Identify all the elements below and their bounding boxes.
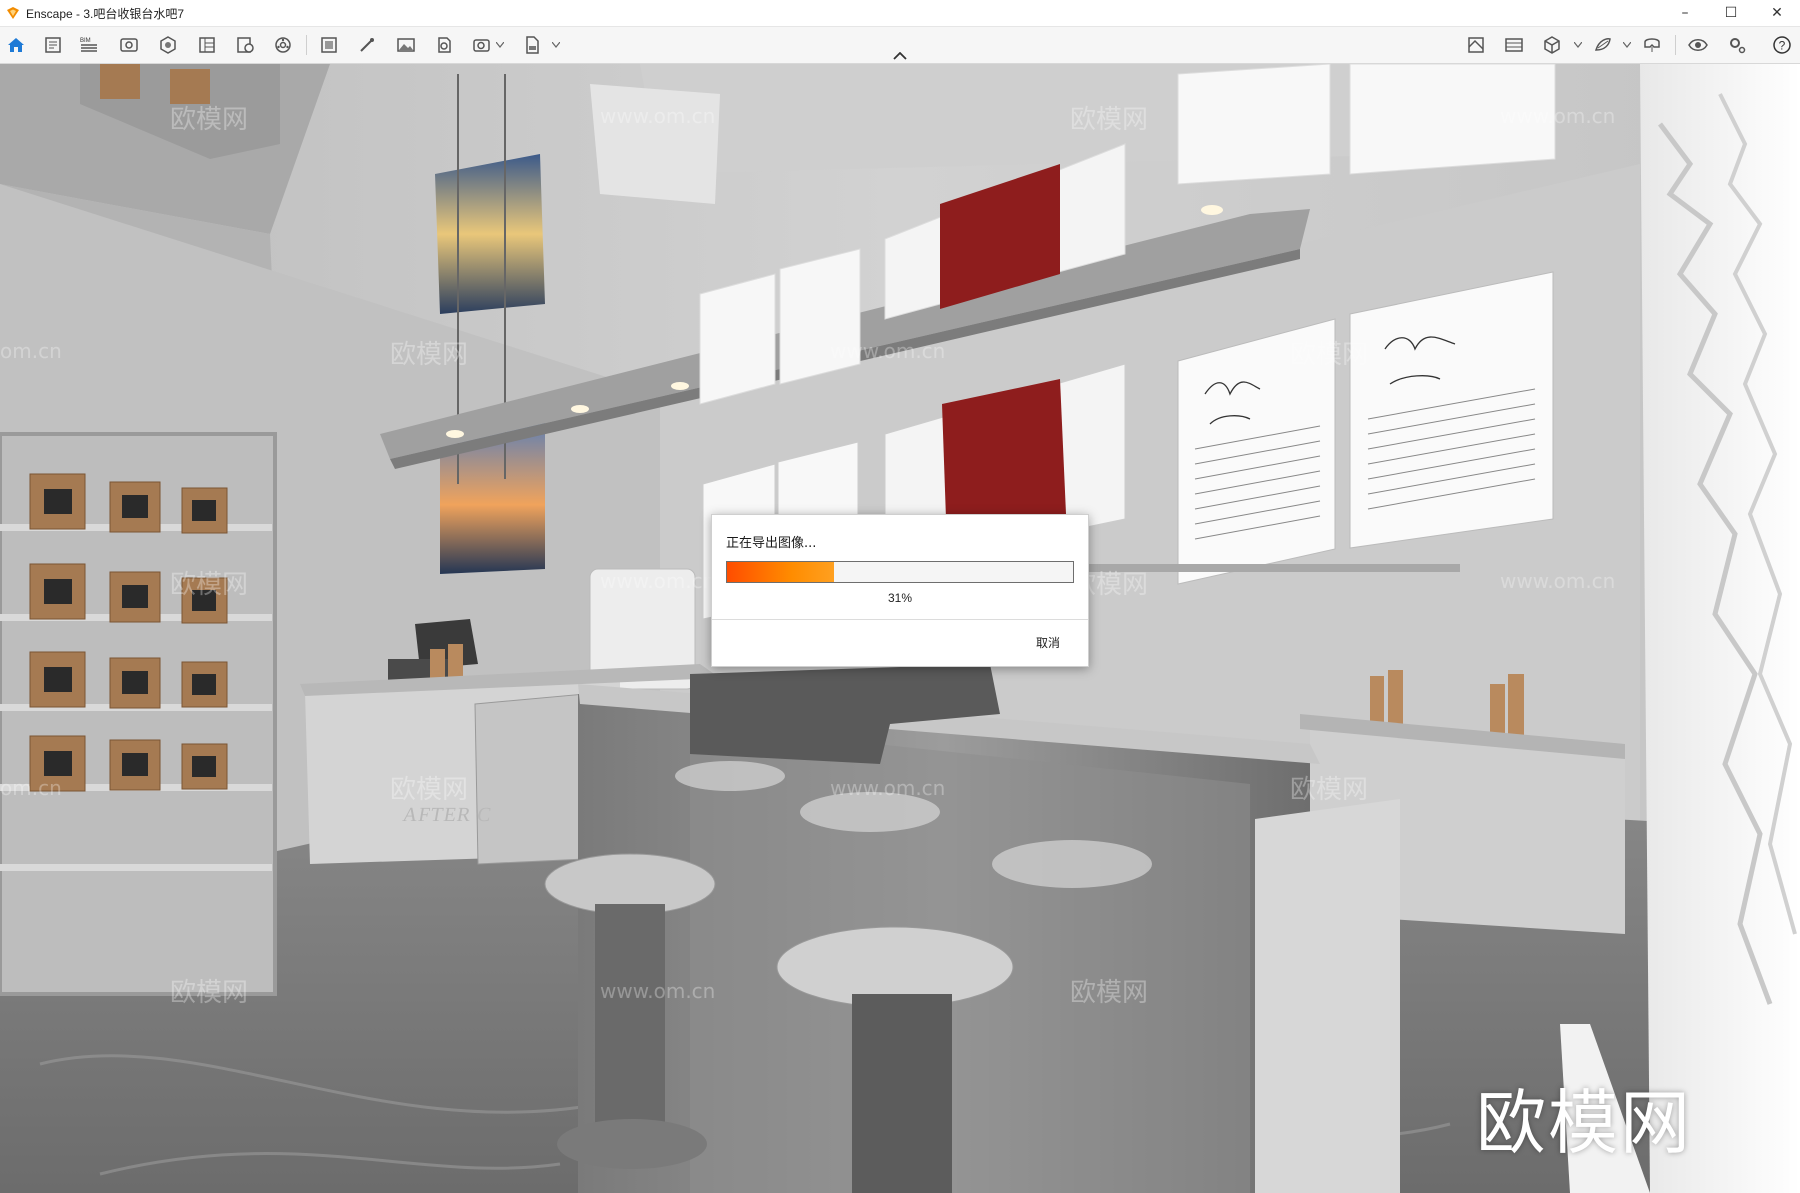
export-progress-dialog: 正在导出图像... 31% 取消 <box>711 514 1089 667</box>
counter-logo: AFTER C <box>401 804 494 826</box>
watermark-url: www.om.cn <box>600 104 716 128</box>
title-bar: Enscape - 3.吧台收银台水吧7 – ☐ ✕ <box>0 0 1800 27</box>
sun-icon[interactable] <box>157 34 179 56</box>
video-icon[interactable] <box>433 34 455 56</box>
watermark: 欧模网 <box>390 775 469 805</box>
toolbar-separator <box>306 35 307 55</box>
collapse-toolbar-icon[interactable] <box>893 52 907 60</box>
watermark-url: www.om.cn <box>600 979 716 1003</box>
dialog-title: 正在导出图像... <box>726 536 817 551</box>
cancel-button[interactable]: 取消 <box>1036 634 1060 651</box>
window-title: Enscape - 3.吧台收银台水吧7 <box>26 6 185 21</box>
panel-icon[interactable] <box>196 34 218 56</box>
watermark-url: www.om.cn <box>830 339 946 363</box>
bim-icon[interactable]: BIM <box>78 34 100 56</box>
batch-render-icon[interactable] <box>471 34 493 56</box>
watermark-url: www.om.cn <box>1500 569 1616 593</box>
toolbar-separator <box>1675 35 1676 55</box>
watermark-url: om.cn <box>0 776 62 800</box>
watermark-url: om.cn <box>0 339 62 363</box>
chevron-down-icon[interactable] <box>1574 42 1582 48</box>
chevron-down-icon[interactable] <box>552 42 560 48</box>
watermark-url: www.om.cn <box>1500 104 1616 128</box>
watermark: 欧模网 <box>1070 105 1149 135</box>
vr-headset-icon[interactable] <box>1641 34 1663 56</box>
panorama-icon[interactable] <box>1503 34 1525 56</box>
progress-fill <box>727 562 835 582</box>
progress-percent: 31% <box>887 591 913 605</box>
watermark-logo: 欧模网 <box>1476 1082 1692 1164</box>
maximize-button[interactable]: ☐ <box>1708 0 1754 26</box>
map-icon[interactable] <box>1465 34 1487 56</box>
draw-icon[interactable] <box>356 34 378 56</box>
watermark-url: www.om.cn <box>600 569 716 593</box>
close-button[interactable]: ✕ <box>1754 0 1800 26</box>
home-icon[interactable] <box>5 34 27 56</box>
watermark-url: www.om.cn <box>830 776 946 800</box>
watermark: 欧模网 <box>1290 775 1369 805</box>
help-icon[interactable]: ? <box>1771 34 1793 56</box>
layers-icon[interactable] <box>234 34 256 56</box>
chevron-down-icon[interactable] <box>496 42 504 48</box>
watermark: 欧模网 <box>170 570 249 600</box>
view-icon[interactable] <box>118 34 140 56</box>
chevron-down-icon[interactable] <box>1623 42 1631 48</box>
minimize-button[interactable]: – <box>1662 0 1708 26</box>
watermark: 欧模网 <box>170 978 249 1008</box>
enscape-logo-icon <box>7 7 19 19</box>
material-icon[interactable] <box>1592 34 1614 56</box>
watermark: 欧模网 <box>1070 978 1149 1008</box>
help-label: ? <box>1779 39 1786 53</box>
settings-wheel-icon[interactable] <box>272 34 294 56</box>
bim-label: BIM <box>80 38 91 44</box>
dialog-divider <box>712 619 1088 620</box>
progress-bar <box>726 561 1074 583</box>
watermark: 欧模网 <box>1290 340 1369 370</box>
watermark: 欧模网 <box>170 105 249 135</box>
document-icon[interactable] <box>42 34 64 56</box>
watermark: 欧模网 <box>390 340 469 370</box>
cube-icon[interactable] <box>1541 34 1563 56</box>
eye-icon[interactable] <box>1687 34 1709 56</box>
image-icon[interactable] <box>395 34 417 56</box>
gear-icon[interactable] <box>1726 34 1748 56</box>
screenshot-icon[interactable] <box>318 34 340 56</box>
export-exe-icon[interactable] <box>521 34 543 56</box>
